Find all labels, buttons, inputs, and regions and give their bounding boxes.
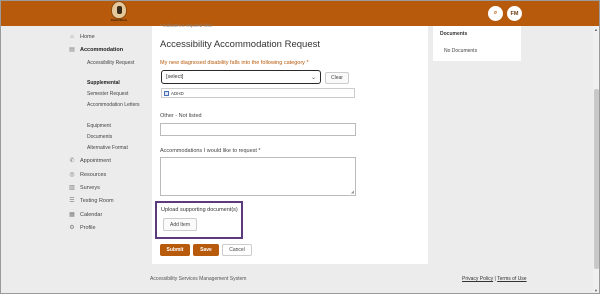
documents-empty-text: No Documents — [444, 48, 478, 54]
sidebar-item-label: Testing Room — [80, 198, 114, 204]
calendar-icon: ▦ — [69, 212, 75, 218]
sidebar-item-appointment[interactable]: ✆ Appointment — [69, 156, 111, 166]
scroll-down-icon[interactable]: ▼ — [594, 288, 598, 293]
home-icon: ⌂ — [70, 34, 74, 40]
university-logo[interactable]: Robert Morris — [106, 1, 132, 25]
dropdown-option-label: ADHD — [171, 90, 184, 96]
page-title: Accessibility Accommodation Request — [160, 39, 320, 50]
documents-panel: Documents No Documents — [433, 26, 521, 61]
sidebar-item-label: Profile — [80, 225, 96, 231]
testing-room-icon: ☰ — [69, 198, 75, 204]
terms-of-use-link[interactable]: Terms of Use — [497, 276, 526, 282]
user-avatar[interactable]: FM — [507, 6, 522, 21]
footer-separator: | — [494, 276, 496, 282]
footer-links: Privacy Policy | Terms of Use — [462, 276, 527, 282]
disability-category-label: My new diagnosed disability falls into t… — [160, 60, 309, 66]
select-value: [select] — [166, 74, 184, 80]
accommodations-label: Accommodations I would like to request * — [160, 148, 261, 154]
logo-caption: Robert Morris — [110, 19, 128, 22]
sidebar-item-label: Home — [80, 34, 95, 40]
upload-label: Upload supporting document(s) — [161, 207, 238, 213]
dropdown-option-adhd[interactable]: ADHD — [161, 88, 355, 98]
sidebar-subitem-semester-request[interactable]: Semester Request — [87, 91, 149, 98]
clear-button[interactable]: Clear — [325, 72, 349, 84]
accommodations-textarea[interactable]: ◢ — [160, 157, 356, 196]
surveys-icon: ▥ — [69, 185, 75, 191]
top-header: Robert Morris ⌕ FM — [1, 1, 599, 26]
sidebar-item-label: Surveys — [80, 185, 100, 191]
sidebar-item-label: Calendar — [80, 212, 103, 218]
disability-category-select[interactable]: [select] ⌄ — [161, 70, 321, 84]
sidebar-subitem-equipment[interactable]: Equipment — [87, 123, 149, 130]
other-label: Other - Not listed — [160, 113, 202, 119]
scrollbar-thumb[interactable] — [594, 89, 599, 269]
upload-section: Upload supporting document(s) Add Item — [155, 201, 243, 239]
sidebar-item-profile[interactable]: ⚙ Profile — [69, 223, 96, 233]
sidebar-subitem-accommodation-letters[interactable]: Accommodation Letters — [87, 102, 149, 109]
browser-frame: Robert Morris ⌕ FM ⌂ Home ▤ Accommodatio… — [0, 0, 600, 294]
sidebar-item-accommodation[interactable]: ▤ Accommodation — [69, 45, 123, 55]
logo-seal-icon — [111, 1, 127, 19]
checkbox-icon — [164, 90, 169, 96]
sidebar-subitem-alternative-format[interactable]: Alternative Format — [87, 145, 149, 152]
footer-system-name: Accessibility Services Management System — [150, 276, 247, 282]
other-input[interactable] — [160, 123, 356, 136]
cancel-button[interactable]: Cancel — [222, 244, 252, 256]
sidebar-item-label: Accommodation — [80, 47, 124, 53]
phone-icon: ✆ — [69, 158, 75, 164]
request-form-card: * indicates a required field Accessibili… — [152, 23, 428, 264]
scroll-up-icon[interactable]: ▲ — [594, 27, 598, 32]
privacy-policy-link[interactable]: Privacy Policy — [462, 276, 493, 282]
save-button[interactable]: Save — [193, 244, 219, 256]
sidebar-item-label: Resources — [80, 172, 107, 178]
resize-grip-icon[interactable]: ◢ — [351, 190, 354, 194]
sidebar-item-label: Appointment — [80, 158, 111, 164]
sidebar-subitem-documents[interactable]: Documents — [87, 134, 149, 141]
sidebar-subitem-supplemental[interactable]: Supplemental — [87, 80, 149, 87]
required-note: * indicates a required field — [160, 23, 212, 28]
sidebar-item-calendar[interactable]: ▦ Calendar — [69, 210, 102, 220]
vertical-scrollbar[interactable]: ▲ ▼ — [593, 26, 599, 293]
accommodation-icon: ▤ — [69, 47, 75, 53]
sidebar-nav: ⌂ Home ▤ Accommodation Accessibility Req… — [69, 29, 154, 239]
gear-icon: ⚙ — [69, 225, 75, 231]
chevron-down-icon: ⌄ — [310, 75, 316, 81]
sidebar-item-home[interactable]: ⌂ Home — [69, 32, 95, 42]
search-icon[interactable]: ⌕ — [488, 6, 503, 21]
sidebar-item-testing-room[interactable]: ☰ Testing Room — [69, 196, 114, 206]
sidebar-item-resources[interactable]: ◎ Resources — [69, 170, 106, 180]
documents-title: Documents — [440, 31, 468, 37]
submit-button[interactable]: Submit — [160, 244, 190, 256]
add-item-button[interactable]: Add Item — [163, 218, 197, 231]
resources-icon: ◎ — [69, 172, 75, 178]
sidebar-subitem-accessibility-request[interactable]: Accessibility Request — [87, 60, 149, 67]
sidebar-item-surveys[interactable]: ▥ Surveys — [69, 183, 100, 193]
